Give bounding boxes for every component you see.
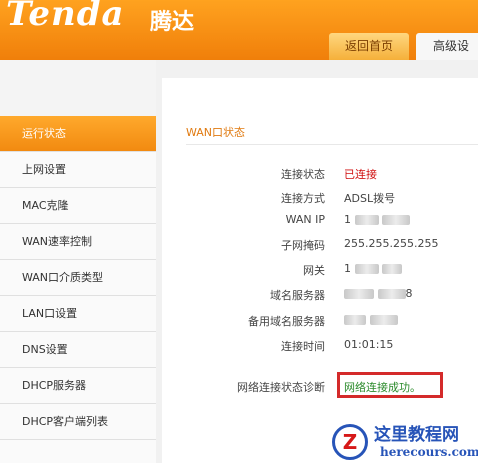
watermark: Z 这里教程网 herecours.com xyxy=(330,420,478,463)
wan-ip-value: 1 xyxy=(344,213,410,226)
redacted-block xyxy=(354,215,379,225)
backup-dns-label: 备用域名服务器 xyxy=(248,315,325,328)
backup-dns-value xyxy=(344,313,398,326)
uptime-row: 连接时间 01:01:15 xyxy=(162,335,478,357)
diagnosis-highlight-box: 网络连接成功。 xyxy=(337,372,443,398)
watermark-url: herecours.com xyxy=(380,445,478,459)
gateway-value: 1 xyxy=(344,262,402,275)
sidebar-item-wan-rate[interactable]: WAN速率控制 xyxy=(0,224,156,260)
wan-ip-row: WAN IP 1 xyxy=(162,210,478,232)
sidebar-menu: 运行状态 上网设置 MAC克隆 WAN速率控制 WAN口介质类型 LAN口设置 … xyxy=(0,116,156,440)
redacted-block xyxy=(344,315,366,325)
dns-text: 8 xyxy=(405,287,413,300)
redacted-block xyxy=(382,264,402,274)
dns-row: 域名服务器 8 xyxy=(162,284,478,306)
sidebar-item-lan[interactable]: LAN口设置 xyxy=(0,296,156,332)
sidebar-item-internet[interactable]: 上网设置 xyxy=(0,152,156,188)
sidebar-item-dhcp-server[interactable]: DHCP服务器 xyxy=(0,368,156,404)
subnet-value: 255.255.255.255 xyxy=(344,237,439,250)
status-value: 已连接 xyxy=(344,168,377,181)
diagnosis-label: 网络连接状态诊断 xyxy=(237,381,325,394)
status-label: 连接状态 xyxy=(281,168,325,181)
uptime-label: 连接时间 xyxy=(281,340,325,353)
wan-ip-text: 1 xyxy=(344,213,351,226)
redacted-block xyxy=(344,289,374,299)
sidebar-item-dns[interactable]: DNS设置 xyxy=(0,332,156,368)
connection-type-label: 连接方式 xyxy=(281,192,325,205)
connection-type-row: 连接方式 ADSL拨号 xyxy=(162,187,478,209)
status-row: 连接状态 已连接 xyxy=(162,163,478,185)
backup-dns-row: 备用域名服务器 xyxy=(162,310,478,332)
wan-status-title: WAN口状态 xyxy=(186,126,246,139)
tenda-logo-cn: 腾达 xyxy=(150,10,195,35)
header-bar: Tenda 腾达 返回首页 高级设 xyxy=(0,0,478,60)
wan-ip-label: WAN IP xyxy=(285,213,325,226)
redacted-block xyxy=(369,315,398,325)
redacted-block xyxy=(377,289,406,299)
sidebar-item-dhcp-clients[interactable]: DHCP客户端列表 xyxy=(0,404,156,440)
subnet-row: 子网掩码 255.255.255.255 xyxy=(162,234,478,256)
connection-type-value: ADSL拨号 xyxy=(344,192,396,205)
sidebar-item-status[interactable]: 运行状态 xyxy=(0,116,156,152)
gateway-text: 1 xyxy=(344,262,351,275)
tab-advanced[interactable]: 高级设 xyxy=(416,33,478,60)
redacted-block xyxy=(354,264,379,274)
watermark-text: 这里教程网 xyxy=(374,425,459,445)
gateway-row: 网关 1 xyxy=(162,259,478,281)
sidebar-item-mac-clone[interactable]: MAC克隆 xyxy=(0,188,156,224)
subnet-label: 子网掩码 xyxy=(281,239,325,252)
tenda-logo: Tenda xyxy=(6,0,125,34)
diagnosis-result-link[interactable]: 网络连接成功。 xyxy=(344,379,421,395)
gateway-label: 网关 xyxy=(303,264,325,277)
section-divider xyxy=(186,144,478,145)
sidebar-item-wan-medium[interactable]: WAN口介质类型 xyxy=(0,260,156,296)
uptime-value: 01:01:15 xyxy=(344,338,394,351)
redacted-block xyxy=(382,215,410,225)
sidebar-header xyxy=(0,60,156,118)
dns-label: 域名服务器 xyxy=(270,289,325,302)
dns-value: 8 xyxy=(344,287,413,300)
tab-home[interactable]: 返回首页 xyxy=(329,33,409,60)
watermark-logo-icon: Z xyxy=(332,424,368,460)
